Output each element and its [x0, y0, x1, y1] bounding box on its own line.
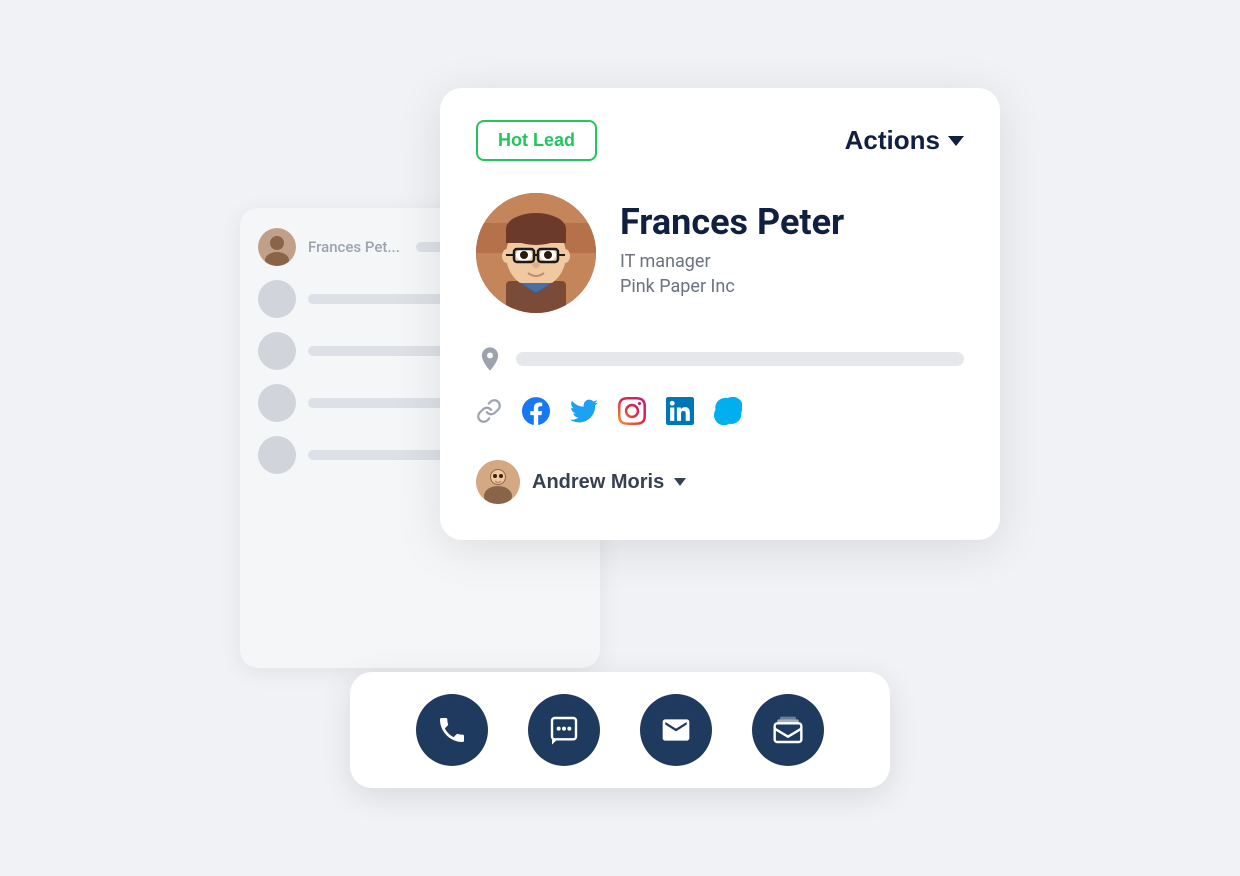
phone-button[interactable] [416, 694, 488, 766]
link-icon[interactable] [476, 398, 502, 431]
email-button[interactable] [640, 694, 712, 766]
location-icon [476, 345, 504, 373]
card-header: Hot Lead Actions [476, 120, 964, 161]
location-row [476, 345, 964, 373]
profile-section: Frances Peter IT manager Pink Paper Inc [476, 193, 964, 313]
chevron-down-icon [674, 478, 686, 486]
actions-label: Actions [845, 125, 940, 156]
profile-info: Frances Peter IT manager Pink Paper Inc [620, 193, 844, 297]
social-row [476, 397, 964, 432]
twitter-icon[interactable] [570, 397, 598, 432]
assigned-name: Andrew Moris [532, 471, 664, 494]
profile-company: Pink Paper Inc [620, 276, 844, 297]
bg-circle-4 [258, 384, 296, 422]
location-bar [516, 352, 964, 366]
assigned-avatar [476, 460, 520, 504]
assigned-row: Andrew Moris [476, 460, 964, 504]
chevron-down-icon [948, 136, 964, 146]
skype-icon[interactable] [714, 397, 742, 432]
mail-stack-button[interactable] [752, 694, 824, 766]
hot-lead-badge[interactable]: Hot Lead [476, 120, 597, 161]
sms-button[interactable] [528, 694, 600, 766]
action-bar [350, 672, 890, 788]
bg-circle-5 [258, 436, 296, 474]
facebook-icon[interactable] [522, 397, 550, 432]
linkedin-icon[interactable] [666, 397, 694, 432]
bg-circle-2 [258, 280, 296, 318]
assigned-user-button[interactable]: Andrew Moris [532, 471, 686, 494]
avatar [476, 193, 596, 313]
profile-title: IT manager [620, 251, 844, 272]
instagram-icon[interactable] [618, 397, 646, 432]
bg-circle-3 [258, 332, 296, 370]
bg-avatar-1 [258, 228, 296, 266]
profile-name: Frances Peter [620, 203, 844, 243]
main-contact-card: Hot Lead Actions [440, 88, 1000, 540]
actions-button[interactable]: Actions [845, 125, 964, 156]
bg-name-1: Frances Pet... [308, 238, 400, 256]
